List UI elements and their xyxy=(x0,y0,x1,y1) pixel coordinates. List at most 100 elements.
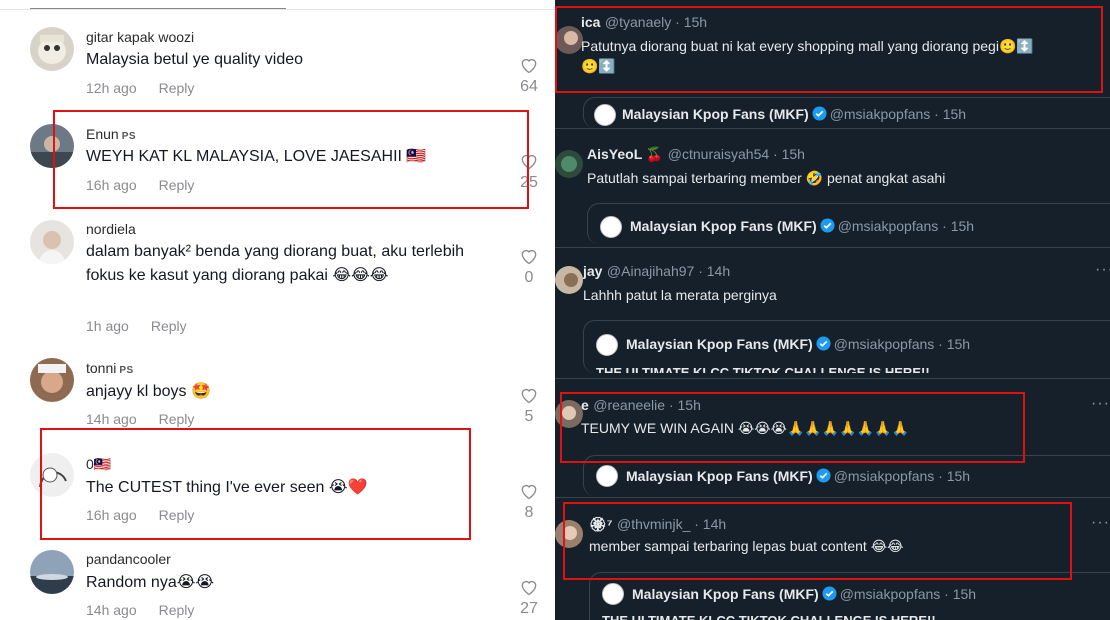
reply-button[interactable]: Reply xyxy=(159,80,195,96)
tweet-text: Lahhh patut la merata perginya xyxy=(583,287,777,303)
display-name[interactable]: 🏵⁷ xyxy=(589,516,613,532)
quoted-tweet-card[interactable]: Malaysian Kpop Fans (MKF) @msiakpopfans ·… xyxy=(583,455,1110,496)
verified-badge-icon xyxy=(816,336,831,351)
quote-name: Malaysian Kpop Fans (MKF) xyxy=(626,336,813,352)
heart-icon xyxy=(521,154,537,170)
like-button[interactable]: 64 xyxy=(514,55,544,96)
avatar[interactable] xyxy=(555,266,583,294)
quote-handle: @msiakpopfans · 15h xyxy=(833,336,971,352)
avatar[interactable] xyxy=(30,27,74,71)
divider xyxy=(555,378,1110,379)
handle[interactable]: @Ainajihah97 · 14h xyxy=(607,263,730,279)
avatar[interactable] xyxy=(555,520,583,548)
like-count: 64 xyxy=(520,78,538,95)
heart-icon xyxy=(521,58,537,74)
heart-icon xyxy=(521,484,537,500)
quoted-tweet-card[interactable]: Malaysian Kpop Fans (MKF) @msiakpopfans ·… xyxy=(589,572,1110,620)
tweet-text: Patutnya diorang buat ni kat every shopp… xyxy=(581,38,1034,54)
comment-meta: 1h ago Reply xyxy=(86,318,187,334)
display-name[interactable]: jay xyxy=(583,263,602,279)
handle[interactable]: @ctnuraisyah54 · 15h xyxy=(668,146,805,162)
comment-time: 14h ago xyxy=(86,411,137,427)
reply-button[interactable]: Reply xyxy=(159,602,195,618)
avatar[interactable] xyxy=(30,220,74,264)
like-button[interactable]: 25 xyxy=(514,151,544,192)
comment-meta: 16h ago Reply xyxy=(86,177,194,193)
heart-icon xyxy=(521,388,537,404)
like-button[interactable]: 27 xyxy=(514,577,544,618)
comment-username[interactable]: nordiela xyxy=(86,221,136,237)
like-count: 0 xyxy=(524,269,534,286)
quoted-tweet-card[interactable]: Malaysian Kpop Fans (MKF) @msiakpopfans ·… xyxy=(587,203,1110,244)
reply-button[interactable]: Reply xyxy=(159,177,195,193)
tweet-header: ica @tyanaely · 15h xyxy=(581,14,707,32)
comment-time: 16h ago xyxy=(86,507,137,523)
mkf-logo-icon xyxy=(596,465,618,487)
tweet-text: TEUMY WE WIN AGAIN 😭😭😭🙏🙏🙏🙏🙏🙏🙏 xyxy=(581,420,909,436)
tweet-text-line2: 🙂↕️ xyxy=(581,58,616,74)
tweet-header: e @reaneelie · 15h xyxy=(581,397,701,415)
quoted-tweet-card[interactable]: Malaysian Kpop Fans (MKF) @msiakpopfans ·… xyxy=(583,97,1110,128)
comment-username[interactable]: pandancooler xyxy=(86,551,171,567)
creator-tag: PS xyxy=(121,131,137,142)
comment-username[interactable]: Enun PS xyxy=(86,126,136,142)
mkf-logo-icon xyxy=(596,334,618,356)
quote-handle: @msiakpopfans · 15h xyxy=(837,218,975,234)
avatar[interactable] xyxy=(555,26,583,54)
avatar[interactable] xyxy=(30,358,74,402)
more-options-button[interactable]: ··· xyxy=(1091,514,1110,532)
tiktok-comments-panel: gitar kapak woozi Malaysia betul ye qual… xyxy=(0,0,555,620)
comment-username[interactable]: gitar kapak woozi xyxy=(86,29,194,45)
like-button[interactable]: 0 xyxy=(514,246,544,287)
quote-name: Malaysian Kpop Fans (MKF) xyxy=(626,468,813,484)
twitter-quotes-panel: ica @tyanaely · 15h Patutnya diorang bua… xyxy=(555,0,1110,620)
verified-badge-icon xyxy=(812,106,827,121)
comment-item xyxy=(30,27,74,71)
comment-text: Random nya😭😭 xyxy=(86,574,215,591)
quote-preview-text: THE ULTIMATE KLCC TIKTOK CHALLENGE IS HE… xyxy=(602,613,1022,620)
comment-meta: 14h ago Reply xyxy=(86,602,194,618)
avatar[interactable] xyxy=(555,400,583,428)
handle[interactable]: @tyanaely · 15h xyxy=(605,14,707,30)
comment-text: anjayy kl boys 🤩 xyxy=(86,383,211,400)
tweet-text: member sampai terbaring lepas buat conte… xyxy=(589,538,904,554)
comment-username[interactable]: 0🇲🇾 xyxy=(86,456,111,473)
heart-icon xyxy=(521,249,537,265)
quoted-tweet-card[interactable]: Malaysian Kpop Fans (MKF) @msiakpopfans ·… xyxy=(583,320,1110,373)
handle[interactable]: @reaneelie · 15h xyxy=(593,397,701,413)
comment-time: 14h ago xyxy=(86,602,137,618)
comment-username[interactable]: tonni PS xyxy=(86,360,134,376)
tweet-header: AisYeoL 🍒 @ctnuraisyah54 · 15h xyxy=(587,146,805,164)
display-name[interactable]: ica xyxy=(581,14,600,30)
like-count: 8 xyxy=(524,504,534,521)
more-options-button[interactable]: ··· xyxy=(1095,261,1110,279)
like-count: 27 xyxy=(520,600,538,617)
reply-button[interactable]: Reply xyxy=(159,411,195,427)
comment-meta: 12h ago Reply xyxy=(86,80,194,96)
quote-handle: @msiakpopfans · 15h xyxy=(829,106,967,122)
heart-icon xyxy=(521,580,537,596)
avatar[interactable] xyxy=(30,453,74,497)
comment-time: 16h ago xyxy=(86,177,137,193)
display-name[interactable]: e xyxy=(581,397,589,413)
reply-button[interactable]: Reply xyxy=(159,507,195,523)
verified-badge-icon xyxy=(816,468,831,483)
avatar[interactable] xyxy=(30,550,74,594)
handle[interactable]: @thvminjk_ · 14h xyxy=(617,516,726,532)
quote-header: Malaysian Kpop Fans (MKF) @msiakpopfans ·… xyxy=(632,586,976,604)
divider xyxy=(0,9,555,10)
avatar[interactable] xyxy=(30,124,74,168)
display-name[interactable]: AisYeoL 🍒 xyxy=(587,146,663,162)
verified-badge-icon xyxy=(820,218,835,233)
reply-button[interactable]: Reply xyxy=(151,318,187,334)
quote-handle: @msiakpopfans · 15h xyxy=(833,468,971,484)
divider xyxy=(555,128,1110,129)
more-options-button[interactable]: ··· xyxy=(1091,395,1110,413)
like-button[interactable]: 8 xyxy=(514,481,544,522)
like-button[interactable]: 5 xyxy=(514,385,544,426)
comment-text: WEYH KAT KL MALAYSIA, LOVE JAESAHII 🇲🇾 xyxy=(86,148,427,165)
comment-time: 1h ago xyxy=(86,318,129,334)
quote-preview-text: THE ULTIMATE KLCC TIKTOK CHALLENGE IS HE… xyxy=(596,365,930,373)
avatar[interactable] xyxy=(555,150,583,178)
tweet-header: jay @Ainajihah97 · 14h xyxy=(583,263,730,281)
